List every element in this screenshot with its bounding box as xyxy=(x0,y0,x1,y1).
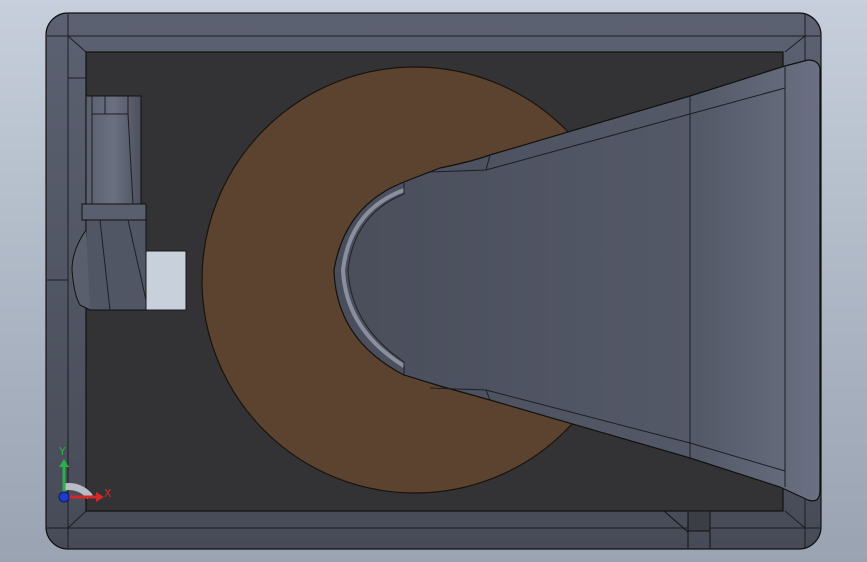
y-axis-label: Y xyxy=(58,445,66,458)
model-view[interactable]: X Y xyxy=(0,0,867,562)
sensor-block[interactable] xyxy=(145,250,187,311)
z-axis-dot xyxy=(58,491,70,503)
graphics-viewport[interactable]: X Y xyxy=(0,0,867,562)
x-axis-label: X xyxy=(104,487,112,500)
